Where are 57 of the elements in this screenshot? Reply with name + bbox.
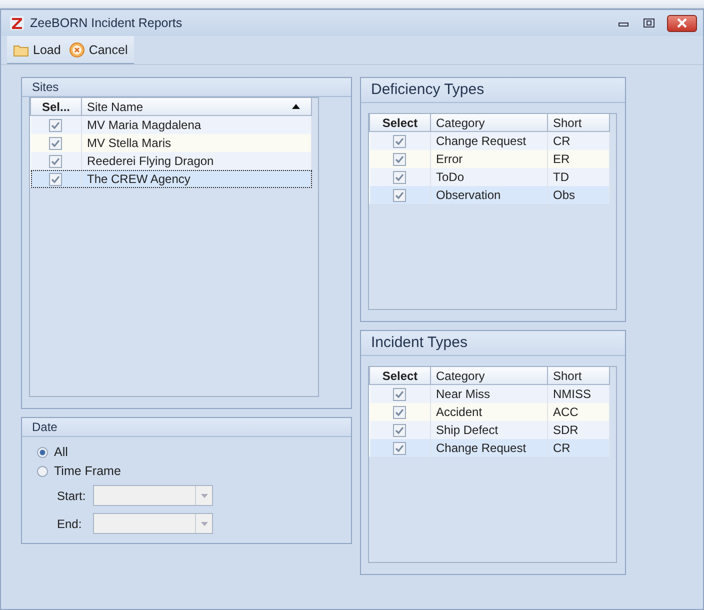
column-header[interactable]: Category [430, 367, 548, 384]
checkbox[interactable] [393, 189, 406, 202]
category-row[interactable]: Change Request CR [370, 132, 610, 150]
checkbox[interactable] [393, 135, 406, 148]
table-cell: Change Request [430, 439, 548, 457]
checkbox[interactable] [49, 119, 62, 132]
checkbox[interactable] [393, 153, 406, 166]
panel-title: Date [22, 418, 351, 437]
column-header[interactable]: Sel... [30, 98, 82, 116]
site-row[interactable]: The CREW Agency [30, 170, 312, 188]
radio-option[interactable]: Time Frame [37, 464, 336, 478]
category-row[interactable]: ToDo TD [370, 168, 610, 186]
checkbox[interactable] [49, 173, 62, 186]
site-row[interactable]: MV Maria Magdalena [30, 116, 312, 134]
table-cell: CR [548, 439, 610, 457]
category-row[interactable]: Change Request CR [370, 439, 610, 457]
checkbox[interactable] [393, 442, 406, 456]
column-header[interactable]: Short [548, 367, 610, 384]
column-header[interactable]: Select [370, 367, 430, 384]
checkbox[interactable] [49, 137, 62, 150]
close-button[interactable] [667, 14, 697, 32]
load-button[interactable]: Load [9, 40, 65, 58]
site-row[interactable]: MV Stella Maris [30, 134, 312, 152]
table-cell: The CREW Agency [82, 170, 312, 188]
panel-title: Incident Types [361, 331, 625, 356]
category-row[interactable]: Ship Defect SDR [370, 421, 610, 439]
checkbox[interactable] [393, 388, 406, 402]
table-cell: Observation [430, 186, 548, 204]
checkbox[interactable] [49, 155, 62, 168]
column-header[interactable]: Site Name [82, 98, 312, 116]
category-row[interactable]: Observation Obs [370, 186, 610, 204]
panel-title: Deficiency Types [361, 78, 625, 103]
dropdown-caret-icon [200, 522, 208, 526]
column-header[interactable]: Short [548, 114, 610, 132]
category-row[interactable]: Near Miss NMISS [370, 384, 610, 403]
folder-icon [13, 42, 29, 56]
maximize-icon[interactable] [641, 17, 657, 29]
field-label: End: [57, 516, 83, 530]
site-row[interactable]: Reederei Flying Dragon [30, 152, 312, 170]
dropdown-caret-icon [200, 494, 208, 498]
window-title: ZeeBORN Incident Reports [30, 16, 182, 30]
category-row[interactable]: Error ER [370, 150, 610, 168]
close-icon [676, 18, 688, 28]
checkbox[interactable] [393, 171, 406, 184]
checkbox[interactable] [393, 424, 406, 438]
cancel-icon [68, 42, 85, 58]
checkbox[interactable] [393, 406, 406, 420]
sort-ascending-icon [292, 104, 300, 109]
field-label: Start: [57, 488, 87, 502]
panel-title: Sites [22, 78, 351, 97]
table-cell: Obs [548, 186, 610, 204]
radio-option[interactable]: All [37, 445, 336, 459]
z-logo-icon [10, 16, 24, 30]
column-header[interactable]: Select [370, 114, 430, 132]
category-row[interactable]: Accident ACC [370, 403, 610, 421]
column-header[interactable]: Category [430, 114, 548, 132]
cancel-button[interactable]: Cancel [64, 40, 132, 60]
